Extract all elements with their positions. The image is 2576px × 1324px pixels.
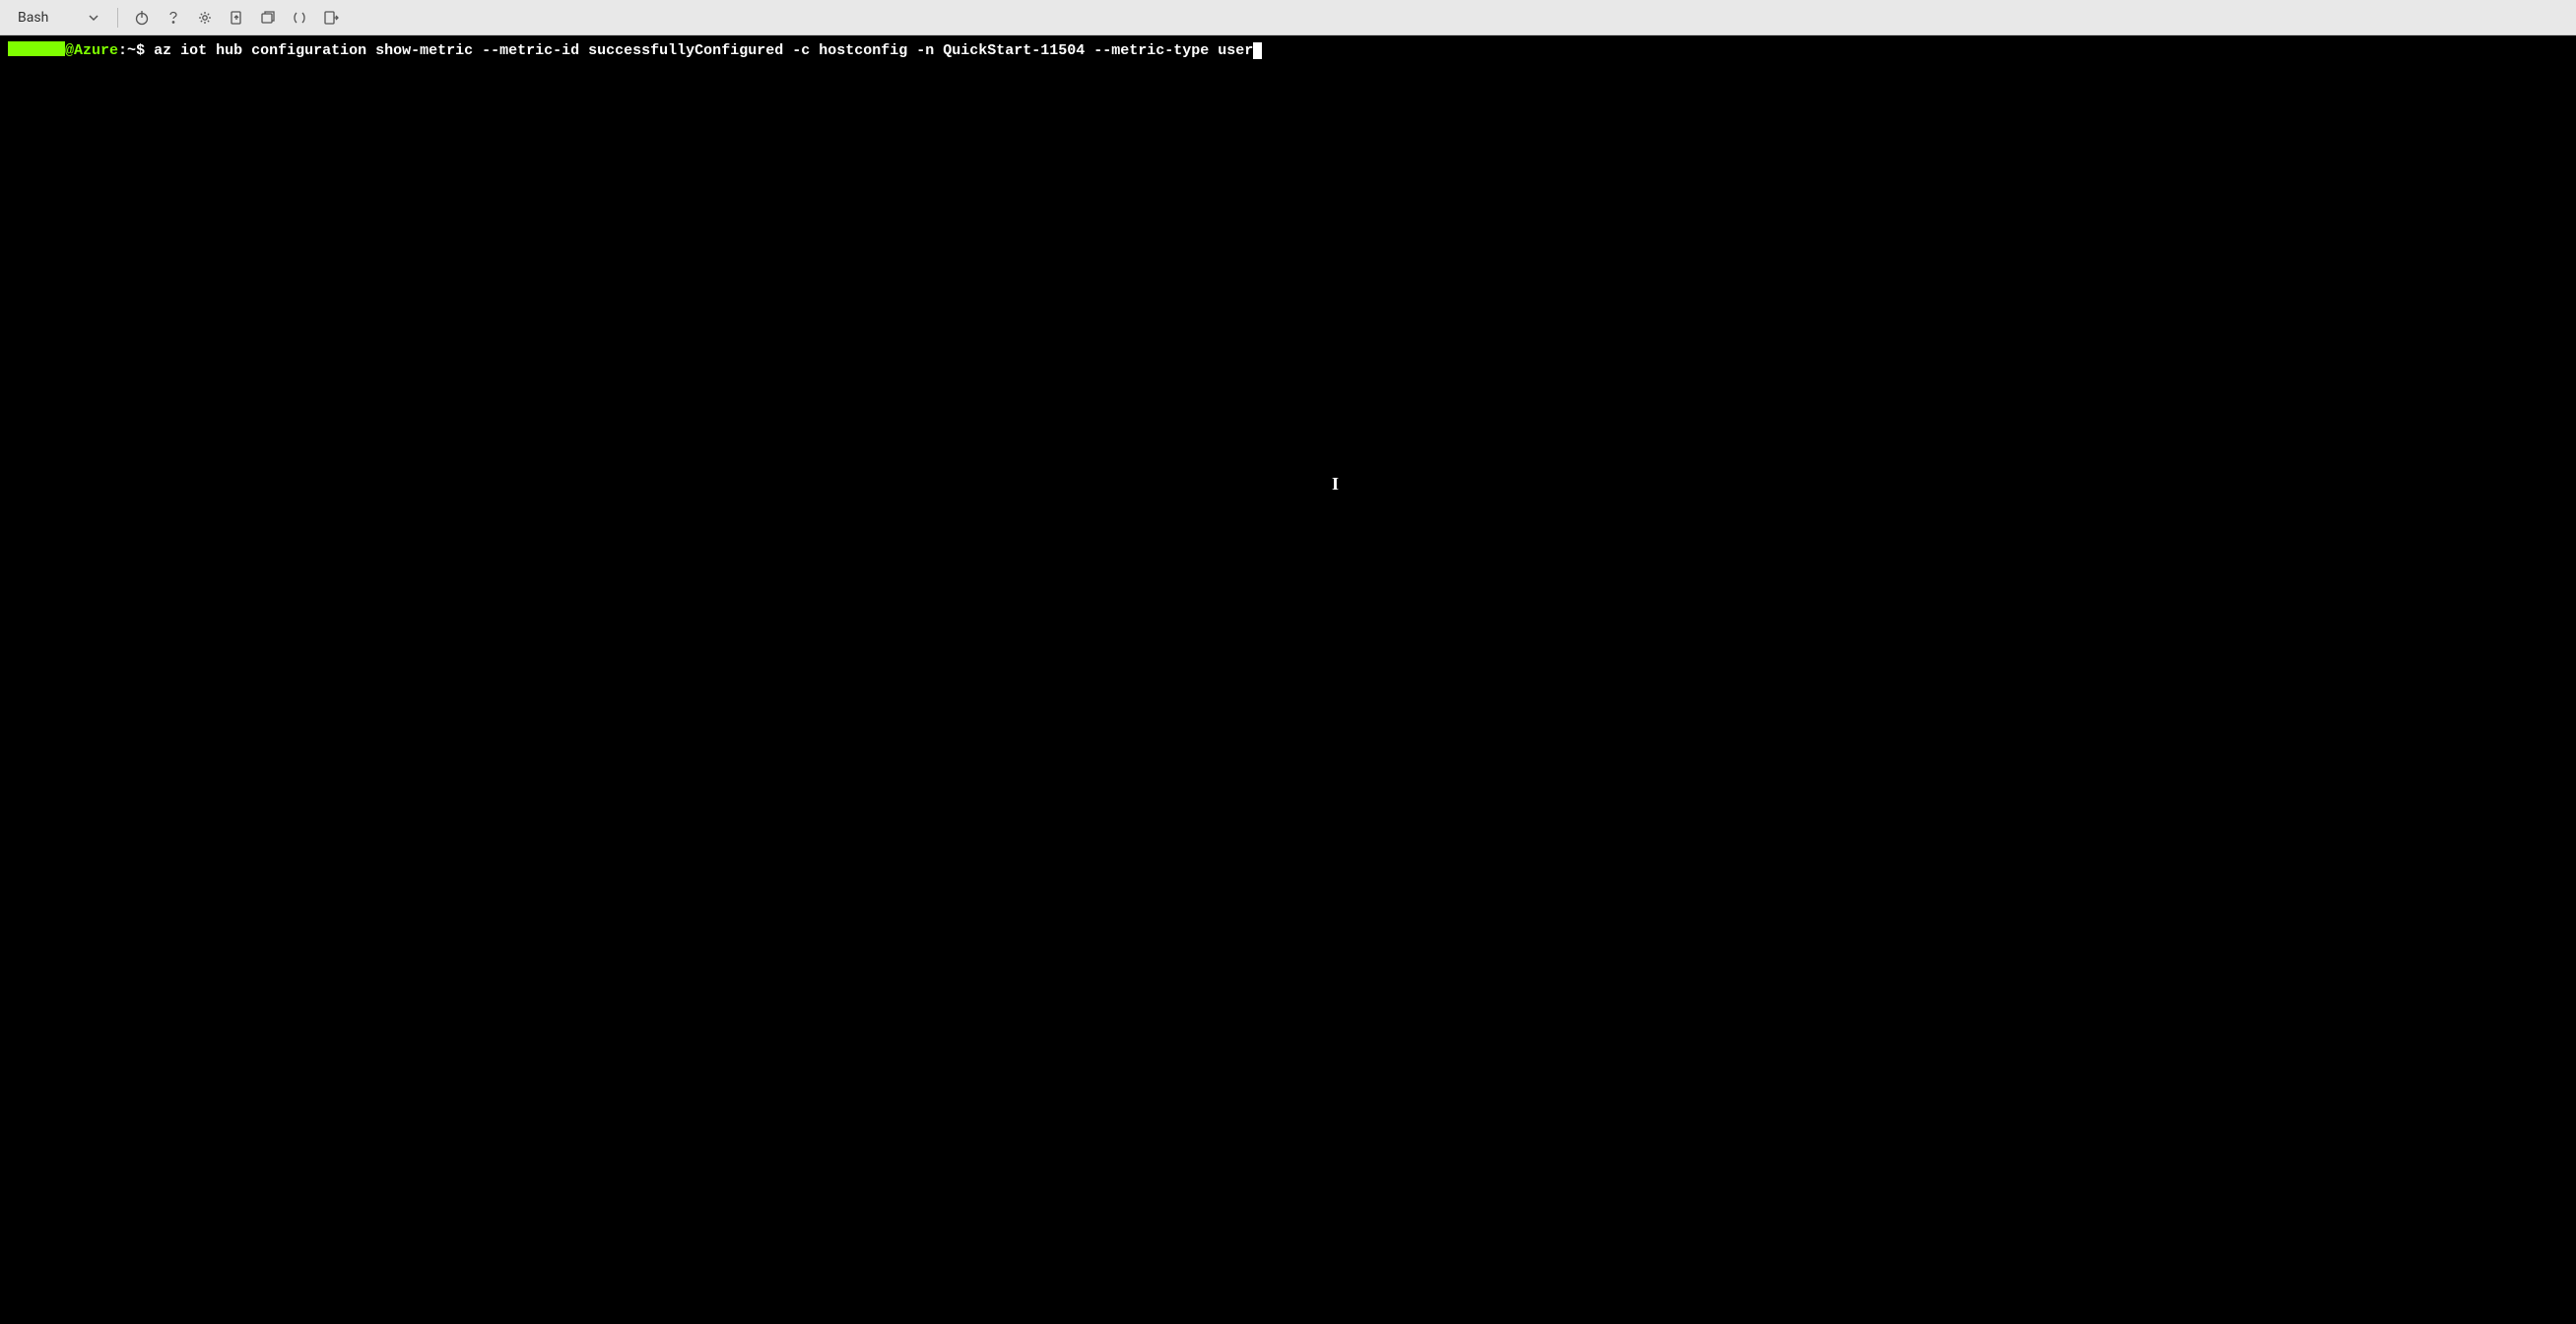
shell-name-label: Bash xyxy=(18,10,48,26)
editor-button[interactable] xyxy=(286,4,313,32)
prompt-host: Azure xyxy=(74,42,118,59)
restart-button[interactable] xyxy=(128,4,156,32)
cloud-shell-toolbar: Bash xyxy=(0,0,2576,35)
upload-download-button[interactable] xyxy=(223,4,250,32)
terminal-prompt-line: @Azure:~$ az iot hub configuration show-… xyxy=(8,41,2568,61)
chevron-down-icon xyxy=(88,12,99,24)
settings-button[interactable] xyxy=(191,4,219,32)
command-text: az iot hub configuration show-metric --m… xyxy=(154,42,1253,59)
prompt-path: ~ xyxy=(127,42,136,59)
toolbar-divider xyxy=(117,8,118,28)
mouse-text-cursor: I xyxy=(1332,474,1339,495)
web-preview-button[interactable] xyxy=(317,4,345,32)
terminal-cursor xyxy=(1253,42,1262,59)
prompt-dollar: $ xyxy=(136,42,145,59)
prompt-at: @ xyxy=(65,42,74,59)
redacted-username xyxy=(8,41,65,56)
new-session-button[interactable] xyxy=(254,4,282,32)
shell-selector-dropdown[interactable]: Bash xyxy=(10,6,107,30)
terminal-area[interactable]: @Azure:~$ az iot hub configuration show-… xyxy=(0,35,2576,1324)
prompt-colon: : xyxy=(118,42,127,59)
help-button[interactable] xyxy=(160,4,187,32)
